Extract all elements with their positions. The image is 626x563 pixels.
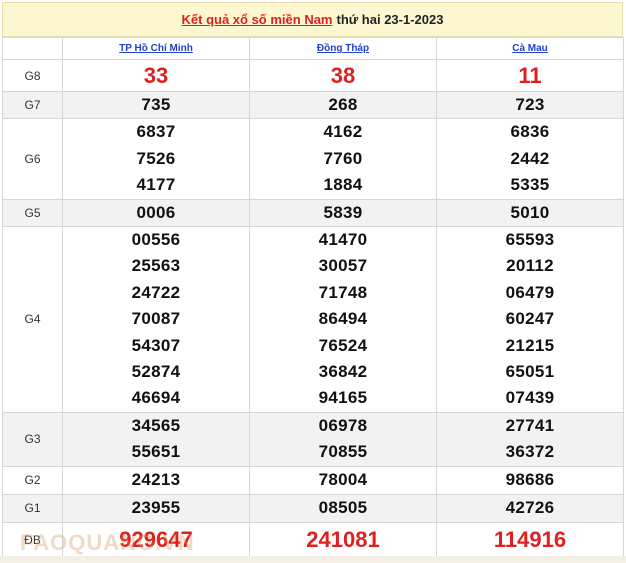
prize-number-special: 114916 xyxy=(493,526,567,552)
prize-number: 34565 xyxy=(131,415,181,435)
prize-number: 20112 xyxy=(506,256,554,276)
prize-number: 24213 xyxy=(131,469,181,489)
prize-row-g5: G5 0006 5839 5010 xyxy=(2,198,624,228)
prize-label: G8 xyxy=(2,59,63,92)
prize-label: G7 xyxy=(2,90,63,120)
prize-number: 1884 xyxy=(323,175,363,195)
prize-label: G5 xyxy=(2,198,63,228)
province-header-row: TP Hồ Chí Minh Đồng Tháp Cà Mau xyxy=(2,37,624,60)
province-link-hcm[interactable]: TP Hồ Chí Minh xyxy=(119,43,193,54)
prize-number: 735 xyxy=(141,95,171,114)
bottom-strip xyxy=(0,556,626,563)
prize-number: 06479 xyxy=(505,282,555,302)
prize-number: 38 xyxy=(330,62,356,88)
province-link-dong-thap[interactable]: Đồng Tháp xyxy=(317,43,369,54)
prize-number: 723 xyxy=(515,95,545,114)
prize-row-g4: G4 00556 25563 24722 70087 54307 52874 4… xyxy=(2,226,624,413)
prize-number: 76524 xyxy=(318,335,368,355)
prize-number: 36372 xyxy=(505,442,555,462)
prize-number: 60247 xyxy=(505,309,555,329)
prize-number: 33 xyxy=(143,62,169,88)
prize-number: 11 xyxy=(518,62,542,88)
results-title-link[interactable]: Kết quả xổ số miền Nam xyxy=(182,12,333,27)
prize-number: 42726 xyxy=(505,497,555,517)
prize-number: 86494 xyxy=(318,309,368,329)
prize-number: 06978 xyxy=(318,415,368,435)
prize-number: 25563 xyxy=(131,256,181,276)
prize-number: 52874 xyxy=(131,362,181,382)
results-table: TP Hồ Chí Minh Đồng Tháp Cà Mau G8 33 38… xyxy=(2,37,624,558)
prize-label: G2 xyxy=(2,465,63,495)
prize-number: 94165 xyxy=(318,388,368,408)
prize-number: 71748 xyxy=(318,282,368,302)
prize-number: 5839 xyxy=(323,202,363,222)
prize-number: 41470 xyxy=(318,230,368,250)
results-container: Kết quả xổ số miền Nam thứ hai 23-1-2023… xyxy=(2,2,624,558)
prize-row-g1: G1 23955 08505 42726 xyxy=(2,493,624,523)
prize-number: 2442 xyxy=(510,148,550,168)
prize-number: 55651 xyxy=(131,442,181,462)
prize-number: 6837 xyxy=(136,122,176,142)
prize-number: 7760 xyxy=(323,148,363,168)
prize-label: G1 xyxy=(2,493,63,523)
prize-row-g6: G6 6837 7526 4177 4162 7760 1884 6836 24… xyxy=(2,118,624,200)
province-link-ca-mau[interactable]: Cà Mau xyxy=(512,43,548,54)
prize-number: 70855 xyxy=(318,442,368,462)
prize-row-g2: G2 24213 78004 98686 xyxy=(2,465,624,495)
prize-number: 65593 xyxy=(505,230,555,250)
prize-number: 5335 xyxy=(510,175,550,195)
prize-number: 08505 xyxy=(318,497,368,517)
prize-number: 27741 xyxy=(505,415,555,435)
prize-number: 98686 xyxy=(505,469,555,489)
prize-number: 07439 xyxy=(505,388,555,408)
prize-number: 70087 xyxy=(131,309,181,329)
prize-number-special: 929647 xyxy=(119,526,193,552)
prize-number: 30057 xyxy=(318,256,368,276)
prize-number: 7526 xyxy=(136,148,176,168)
prize-row-g7: G7 735 268 723 xyxy=(2,90,624,120)
prize-number: 4162 xyxy=(323,122,363,142)
prize-number: 23955 xyxy=(131,497,181,517)
prize-number: 65051 xyxy=(505,362,555,382)
prize-row-g3: G3 34565 55651 06978 70855 27741 36372 xyxy=(2,411,624,467)
prize-number: 4177 xyxy=(136,175,176,195)
prize-row-g8: G8 33 38 11 xyxy=(2,59,624,92)
prize-number-special: 241081 xyxy=(306,526,380,552)
prize-number: 0006 xyxy=(136,202,176,222)
results-date: thứ hai 23-1-2023 xyxy=(336,12,444,27)
prize-number: 36842 xyxy=(318,362,368,382)
prize-number: 54307 xyxy=(131,335,181,355)
prize-label-header xyxy=(2,37,63,60)
prize-number: 21215 xyxy=(505,335,555,355)
prize-number: 268 xyxy=(328,95,358,114)
prize-number: 78004 xyxy=(318,469,368,489)
prize-label: ĐB xyxy=(2,521,63,558)
prize-row-special: ĐB 929647 241081 114916 xyxy=(2,521,624,558)
prize-label: G4 xyxy=(2,226,63,413)
prize-number: 00556 xyxy=(131,230,181,250)
prize-label: G6 xyxy=(2,118,63,200)
prize-number: 46694 xyxy=(131,388,181,408)
prize-number: 6836 xyxy=(510,122,550,142)
prize-number: 5010 xyxy=(510,202,550,222)
results-title: Kết quả xổ số miền Nam thứ hai 23-1-2023 xyxy=(2,2,623,37)
prize-label: G3 xyxy=(2,411,63,467)
prize-number: 24722 xyxy=(131,282,181,302)
